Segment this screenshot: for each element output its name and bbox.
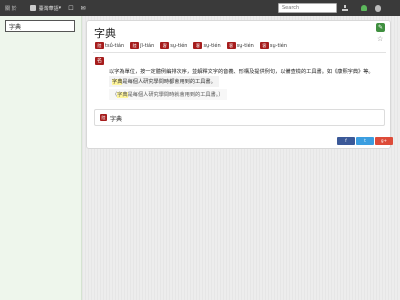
speaker-icon: 陸 — [95, 42, 104, 49]
related-entry-text: 字典 — [110, 116, 123, 123]
pronunciation-item[interactable]: 客 sṳ-tién — [259, 42, 288, 49]
definition-text: 以字為單位，按一定體例編排次序，並解釋文字的音義、形構及提供例句，以備查檢的工具… — [109, 69, 374, 75]
top-bar: 關 於 臺灣華語 ▾ ☐ ✉ — [0, 0, 400, 16]
query-input[interactable] — [5, 20, 75, 32]
divider — [93, 52, 386, 53]
speaker-icon: 陸 — [130, 42, 140, 49]
sidebar — [0, 16, 82, 300]
chat-icon[interactable]: ✉ — [79, 4, 87, 12]
pronunciation-text: sṳ-tién — [236, 42, 254, 49]
entry-title: 字典 — [94, 27, 116, 40]
about-link[interactable]: 關 於 — [5, 5, 17, 12]
edit-button[interactable]: ✎ — [376, 23, 385, 32]
speaker-icon: 陸 — [100, 114, 107, 121]
pronunciation-item[interactable]: 陸 tsū̍-tián — [95, 42, 124, 49]
google-share-button[interactable]: g+ — [375, 137, 393, 145]
example-highlight: 字典 — [112, 79, 123, 85]
pronunciation-text: jī-tián — [140, 42, 155, 49]
bookmark-icon[interactable]: ☐ — [67, 4, 75, 12]
example-text: 是每個人研究學問時就會用到的工具書。） — [127, 92, 224, 98]
language-label: 臺灣華語 — [38, 5, 59, 12]
facebook-share-button[interactable]: f — [337, 137, 355, 145]
related-entry[interactable]: 陸 字典 — [94, 109, 385, 126]
share-buttons: f t g+ — [336, 137, 393, 145]
example-sentence: 字典是每個人研究學問時都會用到的工具書。 — [109, 76, 219, 87]
speaker-icon: 客 — [226, 42, 236, 49]
apple-icon[interactable] — [374, 4, 382, 12]
pronunciation-item[interactable]: 客 sṳ-tién — [160, 42, 187, 49]
pronunciation-item[interactable]: 客 sṳ-tién — [193, 42, 221, 49]
speaker-icon: 客 — [160, 42, 170, 49]
book-icon — [29, 5, 36, 11]
example-highlight: 字典 — [117, 92, 128, 98]
star-icon[interactable]: ☆ — [377, 35, 383, 43]
pronunciation-text: sṳ-tién — [269, 42, 288, 49]
chevron-down-icon: ▾ — [58, 5, 62, 11]
language-selector[interactable]: 臺灣華語 ▾ — [29, 5, 62, 12]
part-of-speech-badge: 名 — [95, 57, 104, 65]
speaker-icon: 客 — [193, 42, 203, 49]
pronunciation-text: sṳ-tién — [203, 42, 221, 49]
speaker-icon: 客 — [259, 42, 269, 49]
pronunciation-text: sṳ-tién — [170, 42, 188, 49]
download-icon[interactable] — [341, 4, 349, 12]
pronunciation-row: 陸 tsū̍-tián 陸 jī-tián 客 sṳ-tién 客 sṳ-tié… — [95, 42, 293, 49]
pronunciation-item[interactable]: 陸 jī-tián — [130, 42, 154, 49]
search-input[interactable] — [278, 3, 337, 13]
example-sentence: （字典是每個人研究學問時就會用到的工具書。） — [109, 89, 227, 100]
pronunciation-item[interactable]: 客 sṳ-tién — [226, 42, 254, 49]
pronunciation-text: tsū̍-tián — [105, 42, 125, 49]
twitter-share-button[interactable]: t — [356, 137, 374, 145]
entry-card: 字典 ✎ ☆ 陸 tsū̍-tián 陸 jī-tián 客 sṳ-tién 客… — [86, 20, 391, 149]
example-text: 是每個人研究學問時都會用到的工具書。 — [122, 79, 216, 85]
android-icon[interactable] — [360, 4, 368, 12]
